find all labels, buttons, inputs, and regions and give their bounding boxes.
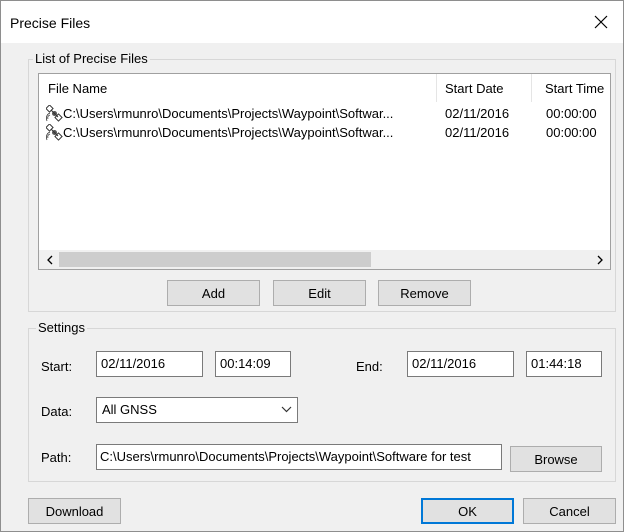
end-time-field[interactable]: 01:44:18 (526, 351, 602, 377)
precise-files-dialog: Precise Files List of Precise Files File… (0, 0, 624, 532)
title-bar: Precise Files (1, 1, 623, 43)
table-row[interactable]: C:\Users\rmunro\Documents\Projects\Waypo… (39, 123, 610, 142)
start-date-cell: 02/11/2016 (445, 125, 510, 140)
scroll-left-arrow-icon[interactable] (41, 250, 58, 269)
start-time-cell: 00:00:00 (546, 106, 597, 121)
list-header: File Name Start Date Start Time (39, 74, 610, 102)
ok-button[interactable]: OK (421, 498, 514, 524)
dialog-title: Precise Files (10, 15, 91, 31)
end-date-field[interactable]: 02/11/2016 (407, 351, 514, 377)
scroll-right-arrow-icon[interactable] (591, 250, 608, 269)
add-button[interactable]: Add (167, 280, 260, 306)
start-date-field[interactable]: 02/11/2016 (96, 351, 203, 377)
close-icon (594, 15, 608, 29)
table-row[interactable]: C:\Users\rmunro\Documents\Projects\Waypo… (39, 104, 610, 123)
data-select-value: All GNSS (102, 402, 157, 417)
start-time-field[interactable]: 00:14:09 (215, 351, 291, 377)
column-separator[interactable] (531, 74, 532, 102)
download-button[interactable]: Download (28, 498, 121, 524)
scrollbar-thumb[interactable] (59, 252, 371, 267)
end-label: End: (356, 359, 383, 374)
path-field[interactable]: C:\Users\rmunro\Documents\Projects\Waypo… (96, 444, 502, 470)
satellite-icon (46, 105, 63, 122)
horizontal-scrollbar[interactable] (39, 250, 610, 269)
precise-files-list[interactable]: File Name Start Date Start Time C:\Users… (38, 73, 611, 270)
chevron-down-icon (281, 406, 292, 413)
data-label: Data: (41, 404, 73, 419)
data-select[interactable]: All GNSS (96, 397, 298, 423)
files-group-label: List of Precise Files (33, 51, 150, 67)
satellite-icon (46, 124, 63, 141)
path-label: Path: (41, 450, 72, 465)
start-label: Start: (41, 359, 73, 374)
start-date-cell: 02/11/2016 (445, 106, 510, 121)
close-button[interactable] (579, 1, 623, 43)
browse-button[interactable]: Browse (510, 446, 602, 472)
column-header-file-name[interactable]: File Name (39, 74, 436, 102)
settings-group-label: Settings (36, 320, 87, 336)
column-header-start-time[interactable]: Start Time (536, 74, 610, 102)
remove-button[interactable]: Remove (378, 280, 471, 306)
file-name-cell: C:\Users\rmunro\Documents\Projects\Waypo… (63, 125, 394, 140)
file-name-cell: C:\Users\rmunro\Documents\Projects\Waypo… (63, 106, 394, 121)
column-header-start-date[interactable]: Start Date (436, 74, 531, 102)
cancel-button[interactable]: Cancel (523, 498, 616, 524)
edit-button[interactable]: Edit (273, 280, 366, 306)
start-time-cell: 00:00:00 (546, 125, 597, 140)
